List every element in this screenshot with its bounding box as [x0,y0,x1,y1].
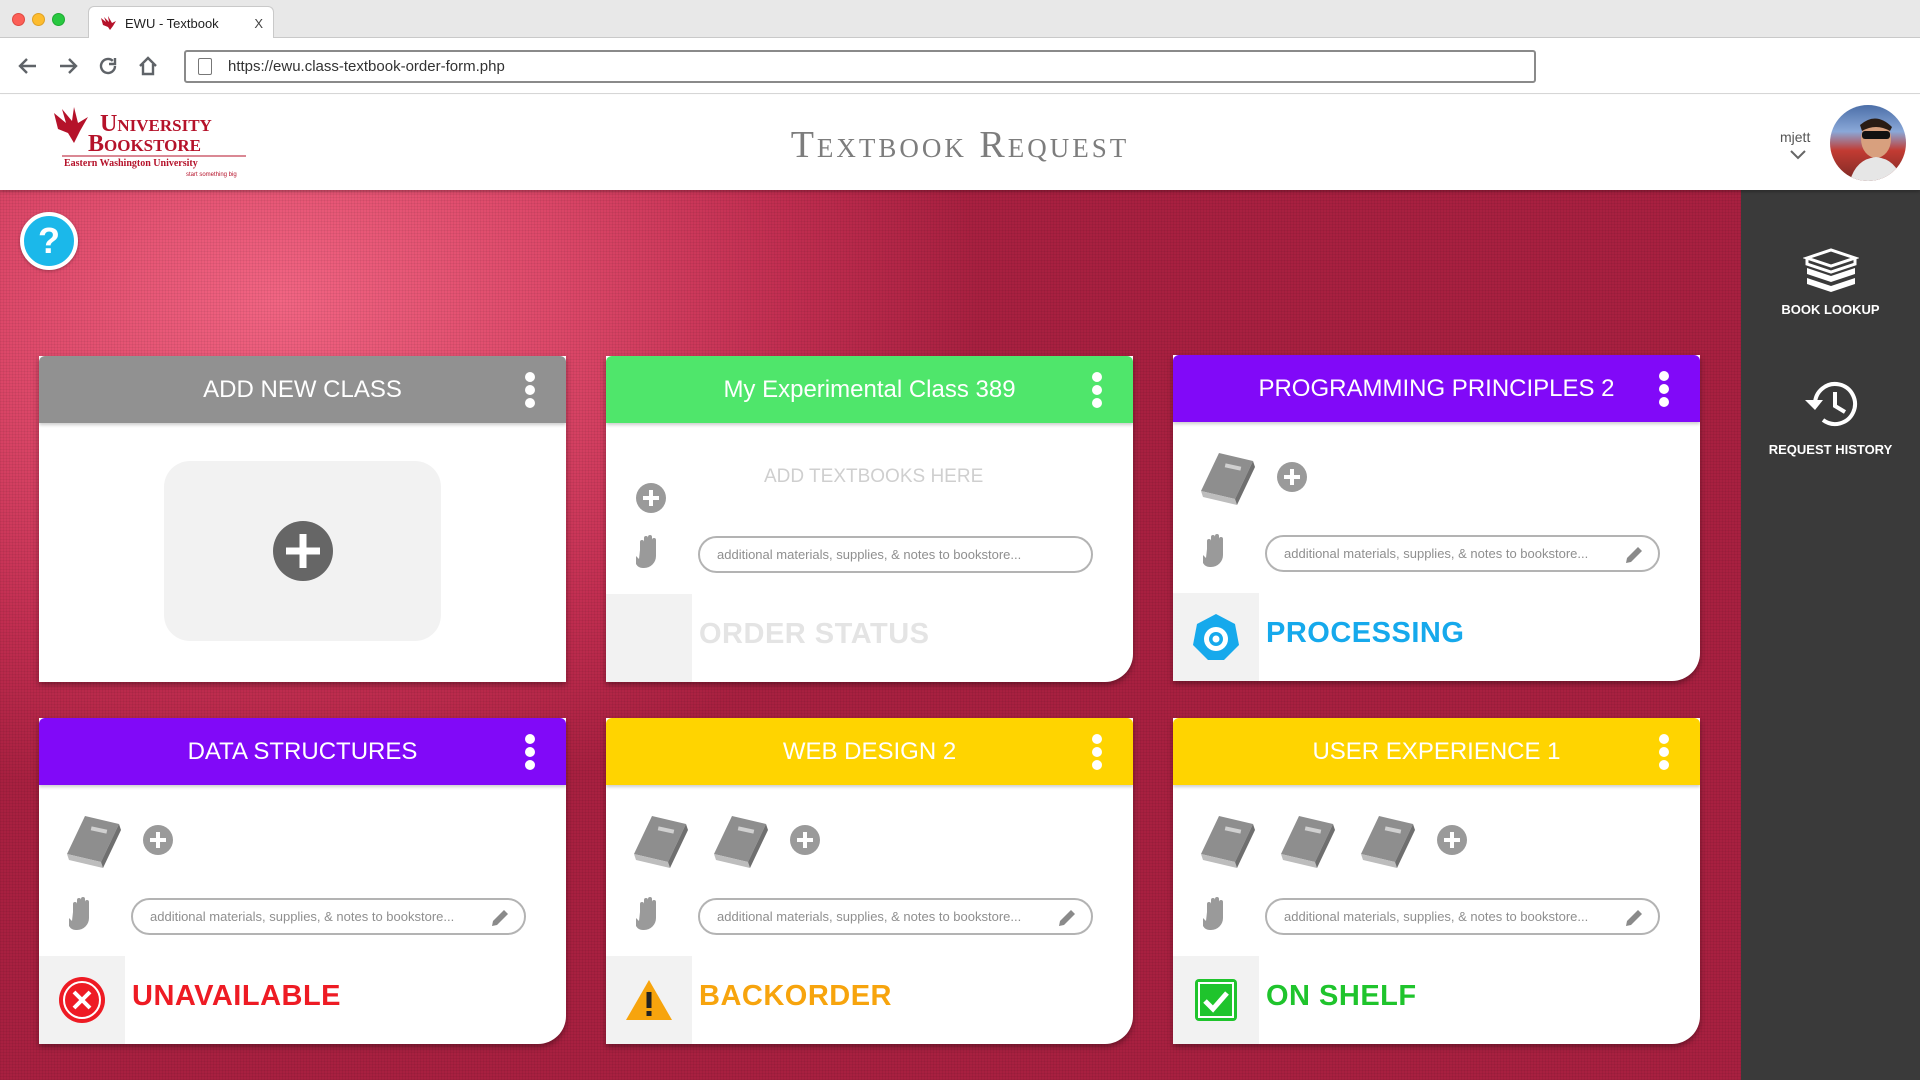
add-book-icon[interactable] [790,825,820,855]
pencil-icon[interactable] [490,908,510,928]
browser-tab-bar: EWU - Textbook X [0,0,1920,39]
more-vertical-icon[interactable] [1091,372,1103,408]
card-title: WEB DESIGN 2 [782,737,957,765]
sidebar-item-book-lookup[interactable]: BOOK LOOKUP [1741,248,1920,317]
more-vertical-icon[interactable] [1658,734,1670,770]
notes-input[interactable]: additional materials, supplies, & notes … [698,898,1093,935]
add-class-card: ADD NEW CLASS [39,356,566,682]
status-icon-box [606,594,692,682]
card-title: ADD NEW CLASS [203,375,402,403]
book-icon[interactable] [1197,810,1261,870]
card-header: DATA STRUCTURES [39,718,566,785]
sidebar-item-label: REQUEST HISTORY [1768,442,1893,457]
status-icon-box [606,956,692,1044]
page-title: Textbook Request [790,124,1130,166]
help-button[interactable]: ? [20,212,78,270]
hand-icon [1203,534,1223,568]
add-book-icon[interactable] [1277,462,1307,492]
hand-icon [636,535,656,569]
hand-icon [636,897,656,931]
add-book-icon[interactable] [143,825,173,855]
card-header: PROGRAMMING PRINCIPLES 2 [1173,355,1700,422]
add-book-icon[interactable] [1437,825,1467,855]
card-header: ADD NEW CLASS [39,356,566,423]
class-card: USER EXPERIENCE 1 additional materials, … [1173,718,1700,1044]
book-icon[interactable] [63,810,127,870]
app-header: University Bookstore Eastern Washington … [0,95,1920,190]
window-maximize-button[interactable] [52,13,65,26]
notes-input[interactable]: additional materials, supplies, & notes … [131,898,526,935]
history-icon [1804,382,1857,426]
book-icon[interactable] [710,810,774,870]
add-class-button[interactable] [164,461,441,641]
notes-input[interactable]: additional materials, supplies, & notes … [1265,898,1660,935]
tab-title: EWU - Textbook [125,15,219,31]
class-card: My Experimental Class 389 ADD TEXTBOOKS … [606,356,1133,682]
books-stack-icon [1802,248,1859,292]
main-area: ? ADD NEW CLASS My Experimental Class 38… [0,190,1741,1080]
sidebar-item-label: BOOK LOOKUP [1781,302,1880,317]
eagle-favicon-icon [101,16,116,30]
hand-icon [69,897,89,931]
chevron-down-icon[interactable] [1789,149,1807,161]
plus-circle-icon [272,521,333,581]
page-icon [198,58,212,75]
pencil-icon[interactable] [1057,908,1077,928]
address-bar[interactable]: https://ewu.class-textbook-order-form.ph… [184,50,1536,83]
avatar[interactable] [1830,105,1906,181]
checkmark-icon [1195,979,1237,1021]
status-label: PROCESSING [1266,617,1465,649]
logo-tagline: start something big [186,172,237,178]
reload-icon[interactable] [94,52,122,80]
more-vertical-icon[interactable] [1091,734,1103,770]
order-status-label: ORDER STATUS [699,618,930,650]
forward-arrow-icon[interactable] [54,52,82,80]
status-label: BACKORDER [699,980,892,1012]
card-header: USER EXPERIENCE 1 [1173,718,1700,785]
more-vertical-icon[interactable] [524,734,536,770]
book-icon[interactable] [630,810,694,870]
home-icon[interactable] [134,52,162,80]
notes-input[interactable]: additional materials, supplies, & notes … [1265,535,1660,572]
right-sidebar: BOOK LOOKUP REQUEST HISTORY [1741,190,1920,1080]
hand-icon [1203,897,1223,931]
more-vertical-icon[interactable] [1658,371,1670,407]
browser-tab[interactable]: EWU - Textbook X [88,6,274,39]
browser-toolbar: https://ewu.class-textbook-order-form.ph… [0,38,1920,94]
status-icon-box [39,956,125,1044]
card-header: My Experimental Class 389 [606,356,1133,423]
card-title: DATA STRUCTURES [187,737,418,765]
warning-icon [626,980,672,1020]
add-book-icon[interactable] [636,483,666,513]
card-title: My Experimental Class 389 [723,375,1016,403]
url-text: https://ewu.class-textbook-order-form.ph… [228,58,505,75]
status-label: ON SHELF [1266,980,1417,1012]
card-title: USER EXPERIENCE 1 [1312,737,1561,765]
status-icon-box [1173,593,1259,681]
tab-close-button[interactable]: X [254,16,263,31]
status-label: UNAVAILABLE [132,980,342,1012]
book-icon[interactable] [1357,810,1421,870]
card-header: WEB DESIGN 2 [606,718,1133,785]
class-card: DATA STRUCTURES additional materials, su… [39,718,566,1044]
gear-icon [1193,614,1239,660]
back-arrow-icon[interactable] [14,52,42,80]
book-icon[interactable] [1197,447,1261,507]
pencil-icon[interactable] [1624,908,1644,928]
notes-input[interactable]: additional materials, supplies, & notes … [698,536,1093,573]
status-icon-box [1173,956,1259,1044]
x-circle-icon [59,977,105,1023]
class-card: WEB DESIGN 2 additional materials, suppl… [606,718,1133,1044]
more-vertical-icon[interactable] [524,372,536,408]
pencil-icon[interactable] [1624,545,1644,565]
card-title: PROGRAMMING PRINCIPLES 2 [1258,374,1615,402]
username[interactable]: mjett [1780,129,1810,145]
sidebar-item-request-history[interactable]: REQUEST HISTORY [1741,376,1920,457]
add-textbooks-placeholder[interactable]: ADD TEXTBOOKS HERE [764,466,983,488]
window-minimize-button[interactable] [32,13,45,26]
window-close-button[interactable] [12,13,25,26]
class-card: PROGRAMMING PRINCIPLES 2 additional mate… [1173,355,1700,681]
book-icon[interactable] [1277,810,1341,870]
